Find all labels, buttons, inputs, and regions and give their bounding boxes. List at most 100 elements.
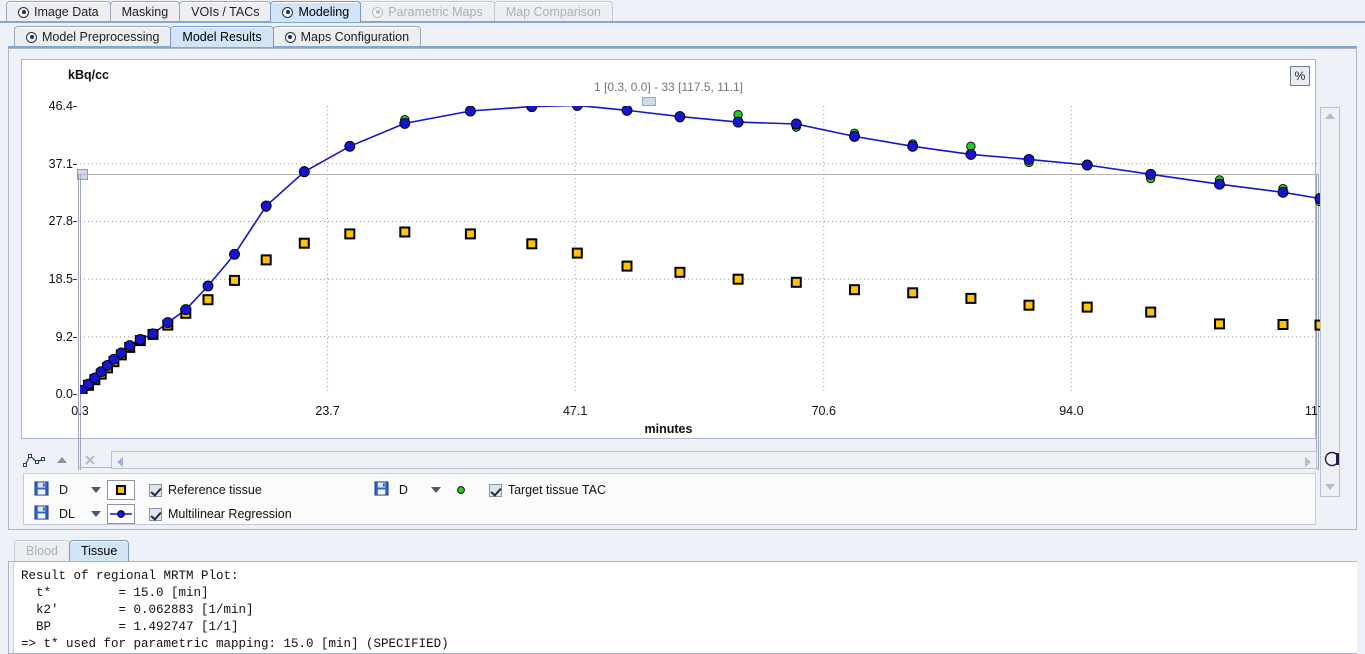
subtab-label: Model Preprocessing bbox=[42, 30, 160, 44]
polyline-icon[interactable] bbox=[23, 450, 45, 470]
series-markers-multilinear-regression bbox=[80, 106, 1320, 394]
tab-parametric-maps: Parametric Maps bbox=[360, 1, 495, 22]
circle-toggle-icon[interactable] bbox=[1323, 450, 1343, 470]
legend-save-mode-label: D bbox=[398, 483, 408, 497]
y-tick-label: 27.8 bbox=[48, 214, 73, 229]
chevron-down-icon[interactable] bbox=[85, 487, 107, 493]
chart-range-handle[interactable] bbox=[642, 97, 656, 106]
save-button[interactable] bbox=[34, 481, 49, 499]
x-tick-label: 0.3 bbox=[71, 404, 89, 418]
y-tick-label: 46.4 bbox=[48, 99, 73, 113]
chevron-down-icon[interactable] bbox=[425, 487, 447, 493]
y-tick-mark bbox=[73, 106, 77, 107]
subtab-model-preprocessing[interactable]: Model Preprocessing bbox=[14, 26, 172, 47]
plottab-tissue[interactable]: Tissue bbox=[68, 540, 130, 561]
legend-label: Reference tissue bbox=[168, 483, 262, 497]
tab-label: VOIs / TACs bbox=[191, 5, 260, 19]
chart-legend-panel: D Reference tissue D Target tissue TAC DL Mul… bbox=[23, 473, 1316, 525]
subtab-maps-configuration[interactable]: Maps Configuration bbox=[272, 26, 422, 47]
legend-save-mode-label: DL bbox=[59, 507, 75, 521]
plottab-label: Blood bbox=[26, 544, 58, 558]
legend-visibility-toggle[interactable]: Multilinear Regression bbox=[149, 507, 292, 521]
application-window: Image Data Masking VOIs / TACs Modeling Para… bbox=[0, 0, 1365, 654]
legend-label: Multilinear Regression bbox=[168, 507, 292, 521]
radio-icon bbox=[372, 6, 384, 18]
save-icon bbox=[34, 505, 49, 520]
results-gutter bbox=[9, 562, 14, 653]
y-tick-label: 9.2 bbox=[55, 329, 73, 344]
legend-visibility-toggle[interactable]: Target tissue TAC bbox=[488, 483, 606, 497]
x-tick-label: 23.7 bbox=[315, 404, 340, 418]
scroll-down-button[interactable] bbox=[1322, 480, 1338, 495]
checkbox[interactable] bbox=[488, 483, 502, 497]
tab-label: Parametric Maps bbox=[388, 5, 483, 19]
legend-entry: D Target tissue TAC bbox=[374, 480, 606, 500]
legend-symbol-circle-marker[interactable] bbox=[447, 480, 475, 500]
tac-chart: kBq/cc minutes 1 [0.3, 0.0] - 33 [117.5,… bbox=[22, 60, 1335, 470]
checkbox[interactable] bbox=[149, 483, 162, 497]
y-tick-label: 18.5 bbox=[48, 272, 73, 287]
results-text-panel: Result of regional MRTM Plot: t* = 15.0 … bbox=[8, 561, 1357, 654]
tab-masking[interactable]: Masking bbox=[109, 1, 181, 22]
plot-toolbar bbox=[23, 449, 1343, 471]
save-button[interactable] bbox=[34, 505, 49, 523]
save-icon bbox=[34, 481, 49, 496]
tab-label: Map Comparison bbox=[505, 5, 601, 19]
y-tick-mark bbox=[73, 394, 77, 395]
radio-icon bbox=[282, 6, 294, 18]
main-tab-bar: Image Data Masking VOIs / TACs Modeling Para… bbox=[6, 0, 613, 22]
chevron-down-icon[interactable] bbox=[85, 511, 107, 517]
y-tick-mark bbox=[73, 336, 77, 338]
subtab-label: Model Results bbox=[182, 30, 262, 44]
y-tick-mark bbox=[73, 163, 77, 165]
model-results-panel: kBq/cc minutes 1 [0.3, 0.0] - 33 [117.5,… bbox=[8, 48, 1357, 530]
y-tick-label: 0.0 bbox=[55, 387, 73, 401]
y-tick-mark bbox=[73, 279, 77, 281]
sub-tab-bar: Model Preprocessing Model Results Maps Con… bbox=[14, 25, 422, 47]
plot-frame: kBq/cc minutes 1 [0.3, 0.0] - 33 [117.5,… bbox=[21, 59, 1335, 470]
tab-vois-tacs[interactable]: VOIs / TACs bbox=[179, 1, 272, 22]
legend-visibility-toggle[interactable]: Reference tissue bbox=[149, 483, 262, 497]
subtab-label: Maps Configuration bbox=[300, 30, 410, 44]
tab-modeling[interactable]: Modeling bbox=[270, 1, 362, 22]
series-markers-reference-tissue bbox=[80, 226, 1320, 394]
plot-vertical-scrollbar[interactable] bbox=[1320, 107, 1340, 497]
chart-range-annotation: 1 [0.3, 0.0] - 33 [117.5, 11.1] bbox=[594, 80, 743, 94]
legend-entry: DL Multilinear Regression bbox=[34, 504, 292, 524]
tab-image-data[interactable]: Image Data bbox=[6, 1, 111, 22]
scroll-up-button[interactable] bbox=[1322, 109, 1338, 124]
close-icon[interactable] bbox=[79, 450, 101, 470]
series-markers-target-tissue-tac bbox=[80, 106, 1320, 394]
legend-label: Target tissue TAC bbox=[507, 483, 606, 497]
plot-tab-bar: Blood Tissue bbox=[14, 540, 130, 561]
tab-label: Masking bbox=[121, 5, 169, 19]
results-text: Result of regional MRTM Plot: t* = 15.0 … bbox=[21, 569, 449, 651]
plottab-label: Tissue bbox=[80, 544, 118, 558]
scroll-right-button[interactable] bbox=[1300, 452, 1316, 468]
legend-symbol-square-marker[interactable] bbox=[107, 480, 135, 500]
series-line-multilinear-regression bbox=[81, 106, 1320, 391]
percent-scale-button[interactable]: % bbox=[1290, 66, 1310, 86]
plot-horizontal-scrollbar[interactable] bbox=[111, 451, 1317, 469]
chart-plot-area bbox=[80, 106, 1320, 394]
scroll-left-button[interactable] bbox=[112, 452, 128, 468]
x-tick-label: 47.1 bbox=[562, 404, 588, 418]
triangle-up-icon[interactable] bbox=[51, 450, 73, 470]
legend-symbol-line-marker[interactable] bbox=[107, 504, 135, 524]
tab-label: Modeling bbox=[298, 5, 350, 19]
plottab-blood: Blood bbox=[14, 540, 70, 561]
legend-row: DL Multilinear Regression bbox=[34, 502, 1315, 526]
main-tab-underline bbox=[0, 21, 1365, 23]
save-button[interactable] bbox=[374, 481, 389, 499]
save-icon bbox=[374, 481, 389, 496]
legend-save-mode-label: D bbox=[59, 483, 69, 497]
radio-icon bbox=[284, 31, 296, 43]
radio-icon bbox=[26, 31, 37, 43]
subtab-model-results[interactable]: Model Results bbox=[170, 26, 274, 47]
y-tick-label: 37.1 bbox=[48, 156, 73, 171]
legend-row: D Reference tissue D Target tissue TAC bbox=[34, 478, 1315, 502]
tab-map-comparison: Map Comparison bbox=[493, 1, 613, 22]
checkbox[interactable] bbox=[149, 507, 162, 521]
legend-entry: D Reference tissue bbox=[34, 480, 262, 500]
x-tick-label: 94.0 bbox=[1059, 404, 1084, 418]
